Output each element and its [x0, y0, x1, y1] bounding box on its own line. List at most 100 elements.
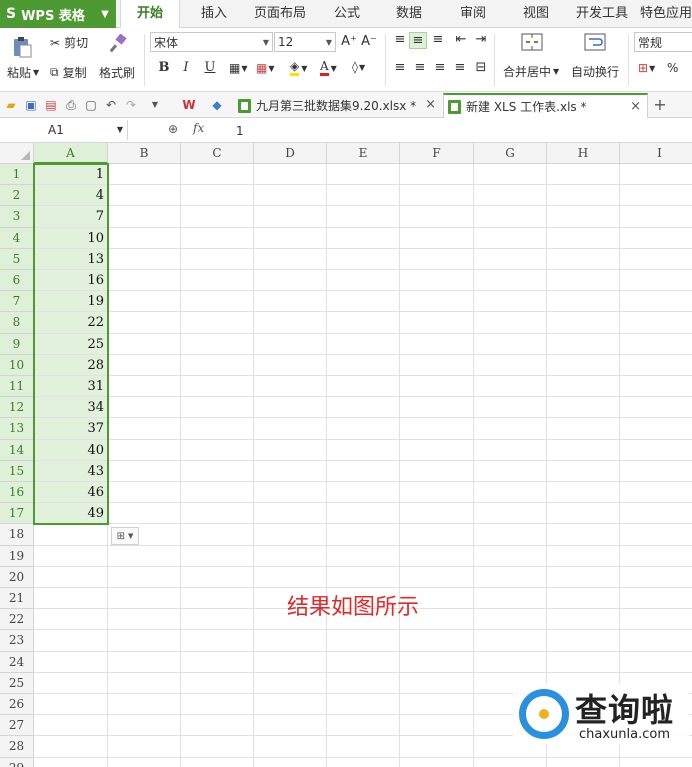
cell-h13[interactable]	[547, 418, 620, 440]
new-tab-plus-icon[interactable]: +	[652, 97, 668, 113]
distribute-icon[interactable]: ⊟	[472, 60, 490, 75]
cell-f2[interactable]	[400, 185, 474, 207]
cell-h11[interactable]	[547, 376, 620, 398]
cell-b15[interactable]	[108, 460, 181, 482]
cell-g6[interactable]	[474, 270, 547, 292]
cell-i4[interactable]	[620, 228, 692, 249]
cell-f18[interactable]	[400, 524, 474, 546]
cell-e2[interactable]	[327, 185, 400, 207]
grow-font-button[interactable]: A⁺	[340, 34, 358, 49]
paste-button[interactable]: 粘贴 ▼	[7, 64, 39, 81]
row-header[interactable]: 23	[0, 630, 34, 652]
bold-button[interactable]: B	[155, 60, 173, 75]
cell-c25[interactable]	[181, 672, 254, 694]
cell-e28[interactable]	[327, 736, 400, 758]
cell-f6[interactable]	[400, 270, 474, 292]
cell-e24[interactable]	[327, 651, 400, 673]
tab-special-apps[interactable]: 特色应用	[640, 0, 692, 28]
cell-h23[interactable]	[547, 630, 620, 652]
cell-h22[interactable]	[547, 609, 620, 631]
cell-i18[interactable]	[620, 524, 692, 546]
cell-g1[interactable]	[474, 164, 547, 186]
cell-b13[interactable]	[108, 418, 181, 440]
row-header[interactable]: 8	[0, 312, 34, 334]
tab-formulas[interactable]: 公式	[320, 0, 374, 28]
cell-g8[interactable]	[474, 312, 547, 334]
tab-page-layout[interactable]: 页面布局	[248, 0, 312, 28]
wrap-text-button[interactable]: 自动换行	[571, 63, 619, 80]
cell-a1[interactable]: 1	[34, 164, 108, 186]
cell-f9[interactable]	[400, 333, 474, 355]
cell-b10[interactable]	[108, 354, 181, 376]
cell-b1[interactable]	[108, 164, 181, 186]
row-header[interactable]: 29	[0, 757, 34, 767]
formula-input[interactable]: 1	[236, 121, 244, 141]
cell-d5[interactable]	[254, 248, 327, 270]
cell-c12[interactable]	[181, 397, 254, 419]
column-header-f[interactable]: F	[400, 143, 474, 164]
cell-b25[interactable]	[108, 672, 181, 694]
cell-c6[interactable]	[181, 270, 254, 292]
undo-icon[interactable]: ↶	[104, 98, 118, 112]
cell-e16[interactable]	[327, 482, 400, 504]
chevron-down-icon[interactable]: ▼	[148, 98, 162, 112]
merge-center-button[interactable]: 合并居中 ▼	[503, 63, 559, 80]
format-painter-button[interactable]: 格式刷	[99, 64, 135, 81]
cell-b22[interactable]	[108, 609, 181, 631]
cell-h5[interactable]	[547, 248, 620, 270]
cell-h14[interactable]	[547, 439, 620, 461]
cell-d13[interactable]	[254, 418, 327, 440]
cell-d6[interactable]	[254, 270, 327, 292]
cell-i23[interactable]	[620, 630, 692, 652]
cell-c16[interactable]	[181, 482, 254, 504]
cell-f14[interactable]	[400, 439, 474, 461]
currency-button[interactable]: ⊞ ▼	[638, 61, 655, 75]
print-preview-icon[interactable]: ▢	[84, 98, 98, 112]
sheet-grid[interactable]: ABCDEFGHI 1 1 2 4 3 7 4 10 5 13 6 16 7 19 8 22 9 25 10 28 11…	[0, 143, 692, 767]
row-header[interactable]: 1	[0, 164, 34, 186]
row-header[interactable]: 16	[0, 482, 34, 504]
brush-icon[interactable]	[108, 34, 128, 54]
cell-e7[interactable]	[327, 291, 400, 313]
cell-b5[interactable]	[108, 248, 181, 270]
cell-e27[interactable]	[327, 715, 400, 737]
cell-f24[interactable]	[400, 651, 474, 673]
cell-g14[interactable]	[474, 439, 547, 461]
cell-c15[interactable]	[181, 460, 254, 482]
row-header[interactable]: 6	[0, 270, 34, 292]
cell-d29[interactable]	[254, 757, 327, 767]
cell-h12[interactable]	[547, 397, 620, 419]
cell-f26[interactable]	[400, 694, 474, 716]
number-format-select[interactable]: 常规	[634, 32, 692, 52]
cell-e1[interactable]	[327, 164, 400, 186]
column-header-c[interactable]: C	[181, 143, 254, 164]
cell-d14[interactable]	[254, 439, 327, 461]
cell-f16[interactable]	[400, 482, 474, 504]
cell-d26[interactable]	[254, 694, 327, 716]
cell-i29[interactable]	[620, 758, 692, 767]
cell-b16[interactable]	[108, 482, 181, 504]
align-middle-icon[interactable]: ≡	[409, 32, 427, 49]
cell-b19[interactable]	[108, 545, 181, 567]
cell-h1[interactable]	[547, 164, 620, 186]
cell-b14[interactable]	[108, 439, 181, 461]
cell-h9[interactable]	[547, 333, 620, 355]
cell-d10[interactable]	[254, 354, 327, 376]
cell-f19[interactable]	[400, 545, 474, 567]
cell-d11[interactable]	[254, 376, 327, 398]
cell-c13[interactable]	[181, 418, 254, 440]
cell-i22[interactable]	[620, 609, 692, 631]
cell-c19[interactable]	[181, 545, 254, 567]
cell-h16[interactable]	[547, 482, 620, 504]
cell-d4[interactable]	[254, 227, 327, 249]
cell-b24[interactable]	[108, 651, 181, 673]
cell-e19[interactable]	[327, 545, 400, 567]
cell-g4[interactable]	[474, 227, 547, 249]
cell-i5[interactable]	[620, 249, 692, 270]
fill-color-button[interactable]: ◈ ▼	[290, 60, 307, 76]
row-header[interactable]: 25	[0, 672, 34, 694]
cell-e20[interactable]	[327, 566, 400, 588]
doc-tab-new-xls[interactable]: 新建 XLS 工作表.xls * ×	[443, 93, 648, 118]
justify-icon[interactable]: ≡	[451, 60, 469, 75]
cell-d20[interactable]	[254, 566, 327, 588]
